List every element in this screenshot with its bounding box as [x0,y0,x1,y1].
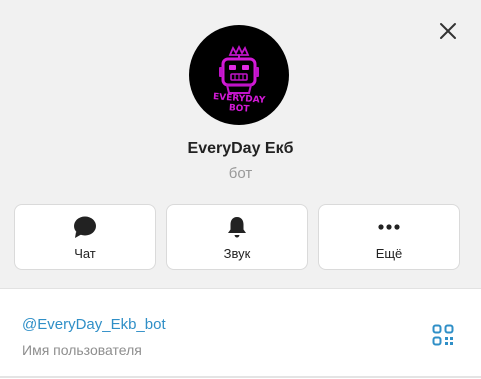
profile-subtitle: бот [228,165,253,182]
username-link[interactable]: @EveryDay_Ekb_bot [22,316,166,333]
info-section: @EveryDay_Ekb_bot Имя пользователя [0,288,481,379]
chat-bubble-icon [74,216,96,238]
avatar[interactable]: EVERYDAY BOT [189,25,289,125]
bell-icon [228,216,246,237]
profile-panel: EVERYDAY BOT EveryDay Екб бот Чат Звук Е… [0,0,481,379]
more-button-label: Ещё [375,245,403,261]
more-dots-icon [378,223,400,230]
username-caption: Имя пользователя [22,342,142,358]
profile-name: EveryDay Екб [187,140,294,157]
sound-button[interactable]: Звук [166,204,308,270]
robot-logo-icon: EVERYDAY BOT [213,44,266,115]
qr-code-icon[interactable] [432,324,454,346]
sound-button-label: Звук [223,245,251,261]
divider [0,376,481,378]
close-icon[interactable] [434,17,462,45]
chat-button[interactable]: Чат [14,204,156,270]
svg-text:BOT: BOT [228,103,250,114]
chat-button-label: Чат [74,245,96,261]
more-button[interactable]: Ещё [318,204,460,270]
